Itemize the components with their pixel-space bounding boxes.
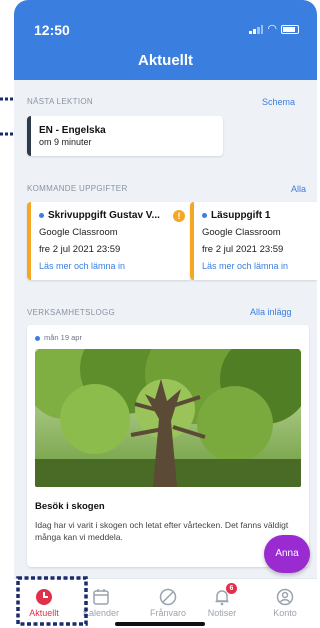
task-title: Läsuppgift 1 — [211, 210, 271, 221]
anna-chat-button[interactable]: Anna — [264, 535, 310, 573]
task-source: Google Classroom — [39, 227, 118, 238]
forest-photo — [35, 349, 301, 487]
task-card[interactable]: Läsuppgift 1 Google Classroom fre 2 jul … — [190, 202, 317, 280]
tab-label: Konto — [273, 608, 297, 618]
tab-label: Notiser — [207, 608, 237, 618]
tab-bar: Aktuellt Kalender Frånvaro 6 Notiser Kon… — [14, 578, 317, 628]
tab-label: Kalender — [82, 608, 120, 618]
task-card[interactable]: Skrivuppgift Gustav V... ! Google Classr… — [27, 202, 192, 280]
post-title: Besök i skogen — [35, 501, 105, 512]
notification-badge: 6 — [226, 583, 237, 594]
task-action-link[interactable]: Läs mer och lämna in — [202, 261, 309, 271]
upcoming-label: KOMMANDE UPPGIFTER — [27, 184, 128, 193]
status-time: 12:50 — [34, 22, 70, 38]
all-tasks-link[interactable]: Alla — [291, 184, 306, 194]
signal-icon — [249, 24, 264, 34]
all-posts-link[interactable]: Alla inlägg — [250, 307, 292, 317]
task-due: fre 2 jul 2021 23:59 — [202, 244, 284, 255]
activity-post-card[interactable]: mån 19 apr Besök i skogen Idag har vi va… — [27, 325, 309, 567]
absence-icon — [159, 588, 177, 606]
schema-link[interactable]: Schema — [262, 97, 295, 107]
post-date: mån 19 apr — [44, 333, 82, 342]
task-source: Google Classroom — [202, 227, 281, 238]
task-action-link[interactable]: Läs mer och lämna in — [39, 261, 184, 271]
tab-aktuellt[interactable]: Aktuellt — [14, 587, 74, 618]
status-icons: ◠ — [249, 23, 299, 35]
tab-notiser[interactable]: 6 Notiser — [192, 583, 252, 618]
tab-label: Frånvaro — [149, 608, 186, 618]
lesson-subject: EN - Engelska — [39, 125, 106, 136]
post-dot — [35, 335, 40, 341]
account-icon — [276, 588, 294, 606]
calendar-icon — [93, 589, 109, 605]
tab-kalender[interactable]: Kalender — [71, 587, 131, 618]
warning-icon: ! — [173, 210, 185, 222]
tab-konto[interactable]: Konto — [255, 587, 315, 618]
post-body: Idag har vi varit i skogen och letat eft… — [35, 520, 289, 542]
next-lesson-label: NÄSTA LEKTION — [27, 97, 93, 106]
task-title: Skrivuppgift Gustav V... — [48, 210, 160, 221]
home-indicator — [115, 622, 205, 626]
tab-label: Aktuellt — [29, 608, 59, 618]
task-dot — [202, 212, 207, 218]
task-due: fre 2 jul 2021 23:59 — [39, 244, 121, 255]
clock-icon — [36, 589, 52, 605]
lesson-time: om 9 minuter — [39, 137, 92, 147]
activity-label: VERKSAMHETSLOGG — [27, 308, 116, 317]
wifi-icon: ◠ — [267, 23, 277, 35]
task-dot — [39, 212, 44, 218]
tab-franvaro[interactable]: Frånvaro — [138, 587, 198, 618]
phone-screen: 12:50 ◠ Aktuellt NÄSTA LEKTION Schema EN… — [14, 0, 317, 628]
next-lesson-card[interactable]: EN - Engelska om 9 minuter — [27, 116, 223, 156]
app-header: 12:50 ◠ Aktuellt — [14, 0, 317, 80]
page-title: Aktuellt — [137, 52, 193, 69]
battery-icon — [281, 24, 299, 34]
